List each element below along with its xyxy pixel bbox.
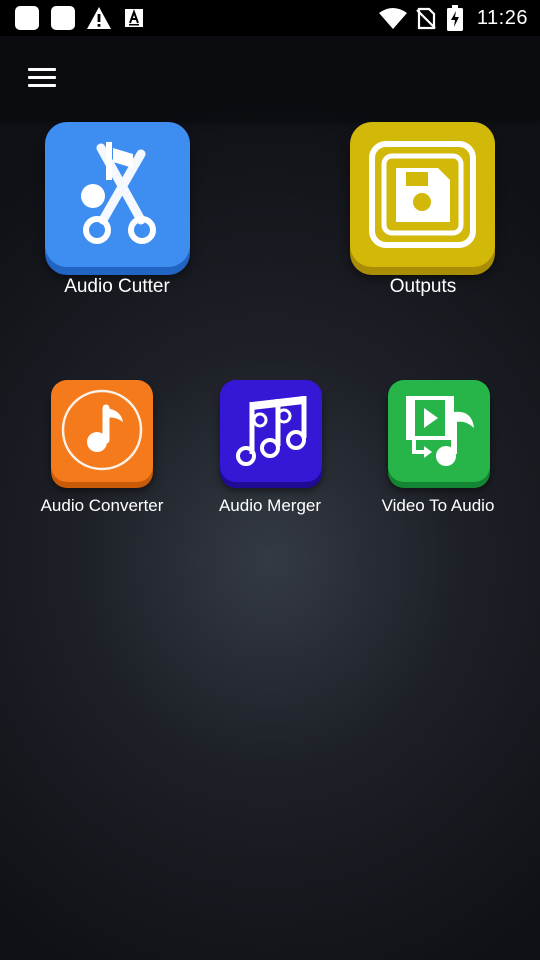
- audio-merger-tile[interactable]: Audio Merger: [208, 380, 332, 540]
- video-to-audio-icon: [388, 380, 490, 482]
- video-to-audio-tile[interactable]: Video To Audio: [376, 380, 500, 540]
- status-bar: 11:26: [0, 0, 540, 36]
- no-sim-icon: [416, 7, 436, 30]
- audio-converter-icon: [51, 380, 153, 482]
- audio-cutter-tile[interactable]: Audio Cutter: [32, 122, 202, 302]
- battery-charging-icon: [447, 5, 463, 31]
- outputs-tile[interactable]: Outputs: [338, 122, 508, 302]
- video-to-audio-label: Video To Audio: [381, 496, 495, 515]
- app-bar: [0, 36, 540, 120]
- hamburger-menu-icon[interactable]: [22, 62, 62, 94]
- audio-converter-label: Audio Converter: [40, 496, 164, 515]
- wifi-icon: [379, 8, 407, 29]
- outputs-label: Outputs: [389, 276, 457, 297]
- app-square-icon: [51, 6, 75, 30]
- audio-cutter-icon: [45, 122, 190, 267]
- app-square-icon: [15, 6, 39, 30]
- warning-icon: [87, 7, 111, 29]
- audio-merger-label: Audio Merger: [218, 496, 322, 515]
- outputs-save-icon: [350, 122, 495, 267]
- audio-converter-tile[interactable]: Audio Converter: [40, 380, 164, 540]
- home-screen: 11:26 Audio Cutter Outputs Audio Convert…: [0, 0, 540, 960]
- clock: 11:26: [476, 7, 528, 29]
- font-app-icon: [125, 9, 143, 27]
- audio-cutter-label: Audio Cutter: [64, 276, 170, 297]
- audio-merger-icon: [220, 380, 322, 482]
